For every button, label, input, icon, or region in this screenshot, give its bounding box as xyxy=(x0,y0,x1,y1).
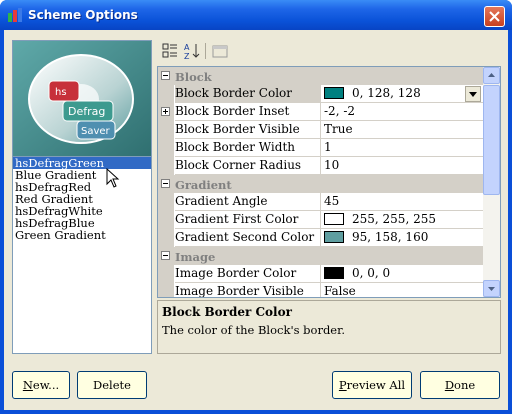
color-swatch xyxy=(324,87,344,99)
property-value[interactable]: 0, 0, 0 xyxy=(321,265,483,283)
preview-label-saver: Saver xyxy=(81,126,111,137)
property-value[interactable]: 45 xyxy=(321,193,483,211)
property-name: Gradient Second Color xyxy=(175,229,321,247)
property-description-panel: Block Border Color The color of the Bloc… xyxy=(157,300,501,354)
svg-text:Z: Z xyxy=(184,52,190,60)
color-swatch xyxy=(324,231,344,243)
list-item[interactable]: Green Gradient xyxy=(13,229,151,241)
scheme-list[interactable]: hsDefragGreen Blue Gradient hsDefragRed … xyxy=(12,156,152,354)
property-pages-icon xyxy=(212,45,228,58)
property-name: Gradient First Color xyxy=(175,211,321,229)
description-title: Block Border Color xyxy=(162,305,292,319)
done-button[interactable]: Done xyxy=(420,371,500,399)
property-value[interactable]: -2, -2 xyxy=(321,103,483,121)
property-row-block-corner-radius[interactable]: Block Corner Radius 10 xyxy=(158,157,483,175)
scroll-down-button[interactable] xyxy=(483,280,500,297)
property-name: Gradient Angle xyxy=(175,193,321,211)
property-name: Block Border Color xyxy=(175,85,321,103)
toolbar-separator xyxy=(205,43,206,59)
category-gradient[interactable]: Gradient xyxy=(158,175,483,193)
close-button[interactable] xyxy=(484,6,505,27)
chevron-up-icon xyxy=(488,73,495,77)
category-label: Block xyxy=(175,70,212,84)
scheme-preview-image: hs Defrag Saver xyxy=(13,41,151,157)
categorized-icon xyxy=(162,43,177,58)
scheme-options-window: Scheme Options hs Defrag Saver hsDefragG… xyxy=(0,0,512,414)
scheme-preview: hs Defrag Saver xyxy=(12,40,152,158)
property-row-block-border-visible[interactable]: Block Border Visible True xyxy=(158,121,483,139)
preview-all-button[interactable]: Preview All xyxy=(332,371,412,399)
property-value[interactable]: 10 xyxy=(321,157,483,175)
property-value[interactable]: 255, 255, 255 xyxy=(321,211,483,229)
category-label: Image xyxy=(175,250,216,264)
chevron-down-icon xyxy=(469,92,477,97)
categorized-button[interactable] xyxy=(161,42,179,60)
vertical-scrollbar[interactable] xyxy=(483,67,500,297)
property-row-gradient-first-color[interactable]: Gradient First Color 255, 255, 255 xyxy=(158,211,483,229)
color-swatch xyxy=(324,213,344,225)
close-icon xyxy=(489,11,500,22)
window-title: Scheme Options xyxy=(28,8,138,22)
property-row-image-border-color[interactable]: Image Border Color 0, 0, 0 xyxy=(158,265,483,283)
property-row-block-border-width[interactable]: Block Border Width 1 xyxy=(158,139,483,157)
property-value[interactable]: True xyxy=(321,121,483,139)
property-name: Block Border Visible xyxy=(175,121,321,139)
new-button[interactable]: New... xyxy=(12,371,70,399)
property-name: Image Border Color xyxy=(175,265,321,283)
collapse-icon[interactable] xyxy=(161,71,170,80)
preview-label-defrag: Defrag xyxy=(68,105,105,118)
property-value[interactable]: 1 xyxy=(321,139,483,157)
color-swatch xyxy=(324,267,344,279)
property-row-image-border-visible[interactable]: Image Border Visible False xyxy=(158,283,483,297)
collapse-icon[interactable] xyxy=(161,251,170,260)
category-label: Gradient xyxy=(175,178,232,192)
property-name: Block Corner Radius xyxy=(175,157,321,175)
property-row-block-border-inset[interactable]: Block Border Inset -2, -2 xyxy=(158,103,483,121)
description-text: The color of the Block's border. xyxy=(162,323,346,337)
property-value[interactable]: False xyxy=(321,283,483,297)
alphabetical-icon: A Z xyxy=(184,43,200,61)
delete-button[interactable]: Delete xyxy=(77,371,147,399)
dialog-client-area: hs Defrag Saver hsDefragGreen Blue Gradi… xyxy=(4,30,508,410)
property-row-gradient-angle[interactable]: Gradient Angle 45 xyxy=(158,193,483,211)
property-toolbar: A Z xyxy=(157,40,503,62)
property-name: Block Border Inset xyxy=(175,103,321,121)
expand-icon[interactable] xyxy=(161,107,170,116)
scroll-thumb[interactable] xyxy=(483,85,500,195)
svg-text:A: A xyxy=(184,43,190,52)
property-name: Image Border Visible xyxy=(175,283,321,297)
preview-label-hs: hs xyxy=(55,87,67,98)
property-name: Block Border Width xyxy=(175,139,321,157)
property-value[interactable]: 95, 158, 160 xyxy=(321,229,483,247)
category-image[interactable]: Image xyxy=(158,247,483,265)
title-bar[interactable]: Scheme Options xyxy=(0,0,512,30)
chevron-down-icon xyxy=(488,287,495,291)
property-pages-button[interactable] xyxy=(211,42,229,60)
property-row-gradient-second-color[interactable]: Gradient Second Color 95, 158, 160 xyxy=(158,229,483,247)
dropdown-button[interactable] xyxy=(465,86,481,102)
alphabetical-button[interactable]: A Z xyxy=(183,42,201,61)
property-grid[interactable]: Block Block Border Color 0, 128, 128 Blo… xyxy=(157,66,501,298)
property-row-block-border-color[interactable]: Block Border Color 0, 128, 128 xyxy=(158,85,483,103)
category-block[interactable]: Block xyxy=(158,67,483,85)
property-value[interactable]: 0, 128, 128 xyxy=(321,85,483,103)
mouse-cursor-icon xyxy=(106,168,120,188)
app-icon xyxy=(8,8,22,22)
scroll-up-button[interactable] xyxy=(483,67,500,84)
collapse-icon[interactable] xyxy=(161,179,170,188)
